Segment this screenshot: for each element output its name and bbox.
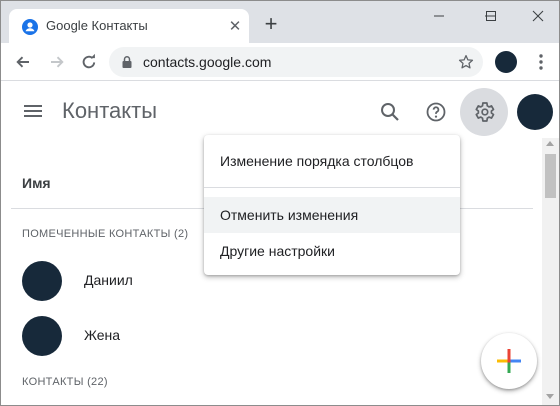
browser-tab[interactable]: Google Контакты ✕ [9,9,249,43]
tab-strip: Google Контакты ✕ + [1,1,559,43]
tab-title: Google Контакты [46,18,148,33]
browser-menu-icon[interactable] [531,52,551,72]
settings-gear-icon [475,102,495,122]
contact-avatar [22,261,62,301]
menu-item-more-settings[interactable]: Другие настройки [204,233,460,269]
contacts-section-label: КОНТАКТЫ (22) [22,376,108,388]
search-icon[interactable] [378,100,402,124]
forward-arrow-icon[interactable] [47,52,67,72]
column-header-name[interactable]: Имя [22,175,51,191]
create-contact-button[interactable] [481,333,537,389]
scroll-thumb[interactable] [545,154,556,198]
main-menu-icon[interactable] [23,103,43,124]
browser-profile-avatar[interactable] [495,51,517,73]
menu-item-reorder-columns[interactable]: Изменение порядка столбцов [204,143,460,179]
create-contact-plus-icon [497,349,521,373]
page-scrollbar[interactable] [542,138,559,405]
tab-close-icon[interactable]: ✕ [227,19,243,35]
url-text: contacts.google.com [143,54,272,70]
browser-window: Google Контакты ✕ + contacts.google.com … [0,0,560,406]
maximize-icon[interactable] [485,9,497,21]
contact-name: Даниил [84,272,133,288]
contacts-favicon-icon [22,19,38,35]
account-avatar[interactable] [517,94,553,130]
minimize-icon[interactable] [433,9,445,21]
back-arrow-icon[interactable] [13,52,33,72]
lock-icon [122,56,132,68]
contact-name: Жена [84,327,121,343]
scroll-down-arrow-icon[interactable] [546,394,554,399]
browser-toolbar: contacts.google.com [1,43,559,81]
window-close-icon[interactable] [532,9,544,22]
new-tab-button[interactable]: + [260,13,282,36]
help-icon[interactable] [424,100,448,124]
bookmark-star-icon[interactable] [457,53,475,71]
reload-icon[interactable] [79,52,99,72]
settings-dropdown-menu: Изменение порядка столбцов Отменить изме… [204,135,460,275]
contact-row[interactable]: Жена [1,316,531,366]
menu-divider [204,187,460,188]
address-bar[interactable]: contacts.google.com [109,47,483,77]
scroll-up-arrow-icon[interactable] [546,141,554,146]
starred-section-label: ПОМЕЧЕННЫЕ КОНТАКТЫ (2) [22,228,189,240]
menu-item-undo-changes[interactable]: Отменить изменения [204,197,460,233]
app-title: Контакты [62,98,158,123]
settings-button[interactable] [460,88,508,136]
contact-avatar [22,316,62,356]
